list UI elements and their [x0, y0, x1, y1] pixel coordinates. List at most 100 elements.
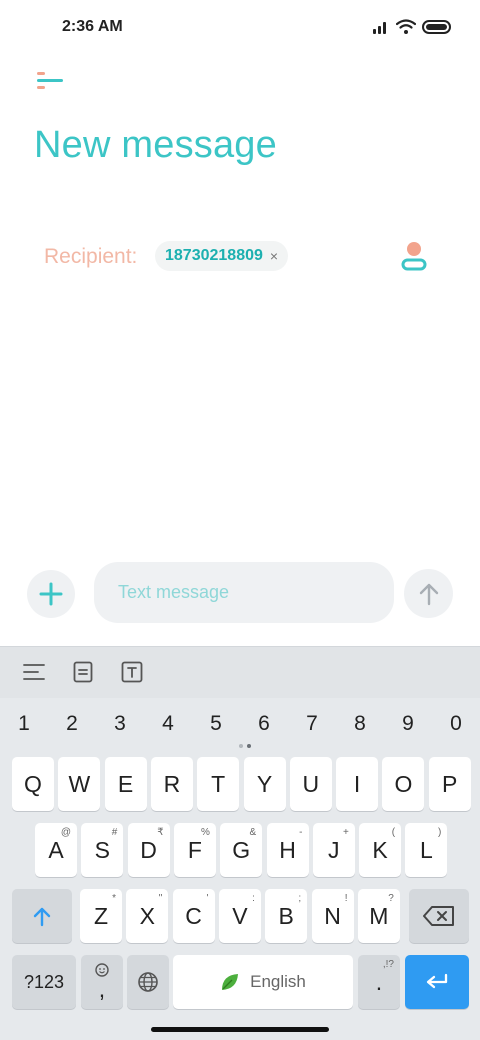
period-hint: ,!?: [382, 959, 394, 970]
key-r[interactable]: R: [150, 757, 193, 811]
number-key-1[interactable]: 1: [4, 708, 44, 740]
wifi-icon: [396, 19, 416, 34]
chip-remove-icon[interactable]: ×: [270, 248, 278, 264]
clipboard-icon[interactable]: [71, 660, 95, 684]
number-key-5[interactable]: 5: [196, 708, 236, 740]
number-key-0[interactable]: 0: [436, 708, 476, 740]
key-b[interactable]: ; B: [265, 889, 308, 943]
key-label: M: [369, 902, 389, 929]
key-hint: ": [158, 893, 163, 904]
key-hint: *: [112, 893, 116, 904]
plus-icon: [39, 582, 63, 606]
status-icons: [372, 17, 452, 37]
status-bar: 2:36 AM: [0, 0, 480, 56]
key-n[interactable]: ! N: [311, 889, 354, 943]
key-x[interactable]: " X: [126, 889, 169, 943]
key-a[interactable]: @ A: [35, 823, 77, 877]
key-label: D: [140, 836, 157, 863]
backspace-icon: [423, 906, 454, 926]
key-hint: #: [111, 827, 118, 838]
key-hint: +: [342, 827, 349, 838]
recipient-label: Recipient:: [44, 245, 138, 268]
key-k[interactable]: (K: [359, 823, 402, 877]
emoji-icon: [95, 963, 109, 977]
page-title: New message: [34, 124, 277, 166]
menu-icon[interactable]: [36, 70, 66, 92]
key-z[interactable]: * Z: [80, 889, 122, 943]
key-g[interactable]: & G: [220, 823, 263, 877]
space-key[interactable]: English: [173, 955, 353, 1009]
period-label: .: [375, 968, 383, 995]
key-y[interactable]: Y: [243, 757, 286, 811]
period-key[interactable]: ,!? .: [358, 955, 400, 1009]
key-e[interactable]: E: [104, 757, 147, 811]
key-h[interactable]: -H: [266, 823, 309, 877]
emoji-comma-key[interactable]: ,: [81, 955, 123, 1009]
key-p[interactable]: P: [428, 757, 471, 811]
attach-button[interactable]: [27, 570, 75, 618]
home-indicator[interactable]: [151, 1027, 329, 1032]
key-v[interactable]: :V: [218, 889, 261, 943]
key-label: O: [394, 770, 413, 797]
key-label: Q: [24, 770, 42, 797]
key-label: V: [232, 902, 248, 929]
key-f[interactable]: % F: [173, 823, 216, 877]
key-hint: ': [206, 893, 209, 904]
key-label: G: [232, 836, 251, 863]
enter-key[interactable]: [405, 955, 469, 1009]
key-label: S: [94, 836, 110, 863]
key-label: Z: [93, 902, 109, 929]
key-t[interactable]: T: [197, 757, 240, 811]
number-key-6[interactable]: 6: [244, 708, 284, 740]
number-key-8[interactable]: 8: [340, 708, 380, 740]
key-label: C: [185, 902, 202, 929]
key-c[interactable]: ' C: [172, 889, 215, 943]
number-key-9[interactable]: 9: [388, 708, 428, 740]
key-u[interactable]: U: [289, 757, 332, 811]
number-key-4[interactable]: 4: [148, 708, 188, 740]
symbols-key[interactable]: ?123: [12, 955, 76, 1009]
key-label: A: [48, 836, 64, 863]
recipient-chip[interactable]: 18730218809 ×: [155, 241, 289, 271]
send-arrow-icon: [419, 583, 438, 605]
key-hint: !: [344, 893, 348, 904]
key-s[interactable]: # S: [81, 823, 124, 877]
shift-arrow-icon: [33, 907, 51, 927]
leaf-icon: [222, 974, 239, 990]
message-input[interactable]: [94, 562, 394, 623]
key-label: Y: [256, 770, 273, 797]
key-hint: :: [252, 893, 255, 904]
key-label: P: [442, 770, 458, 797]
key-m[interactable]: ? M: [357, 889, 400, 943]
key-label: J: [328, 836, 340, 863]
key-o[interactable]: O: [382, 757, 425, 811]
key-d[interactable]: ₹ D: [127, 823, 170, 877]
key-label: U: [302, 770, 320, 797]
key-hint: ₹: [157, 827, 164, 838]
signal-icon: [373, 22, 386, 34]
language-key[interactable]: [127, 955, 169, 1009]
key-l[interactable]: ) L: [405, 823, 448, 877]
shift-key[interactable]: [12, 889, 72, 943]
key-hint: @: [60, 827, 71, 838]
number-key-3[interactable]: 3: [100, 708, 140, 740]
send-button[interactable]: [404, 569, 453, 618]
key-i[interactable]: I: [336, 757, 379, 811]
backspace-key[interactable]: [409, 889, 469, 943]
key-label: H: [279, 836, 296, 863]
number-key-7[interactable]: 7: [292, 708, 332, 740]
number-key-2[interactable]: 2: [52, 708, 92, 740]
status-time: 2:36 AM: [62, 18, 123, 35]
key-j[interactable]: + J: [312, 823, 355, 877]
contact-picker-icon[interactable]: [398, 240, 430, 274]
key-q[interactable]: Q: [12, 757, 54, 811]
menu-lines-icon[interactable]: [22, 660, 46, 684]
key-w[interactable]: W: [58, 757, 101, 811]
key-label: I: [353, 770, 361, 797]
key-label: K: [372, 836, 388, 863]
text-format-icon[interactable]: [120, 660, 144, 684]
key-hint: ;: [298, 893, 302, 904]
key-label: N: [324, 902, 341, 929]
battery-icon: [422, 20, 451, 34]
key-hint: (: [391, 827, 396, 838]
